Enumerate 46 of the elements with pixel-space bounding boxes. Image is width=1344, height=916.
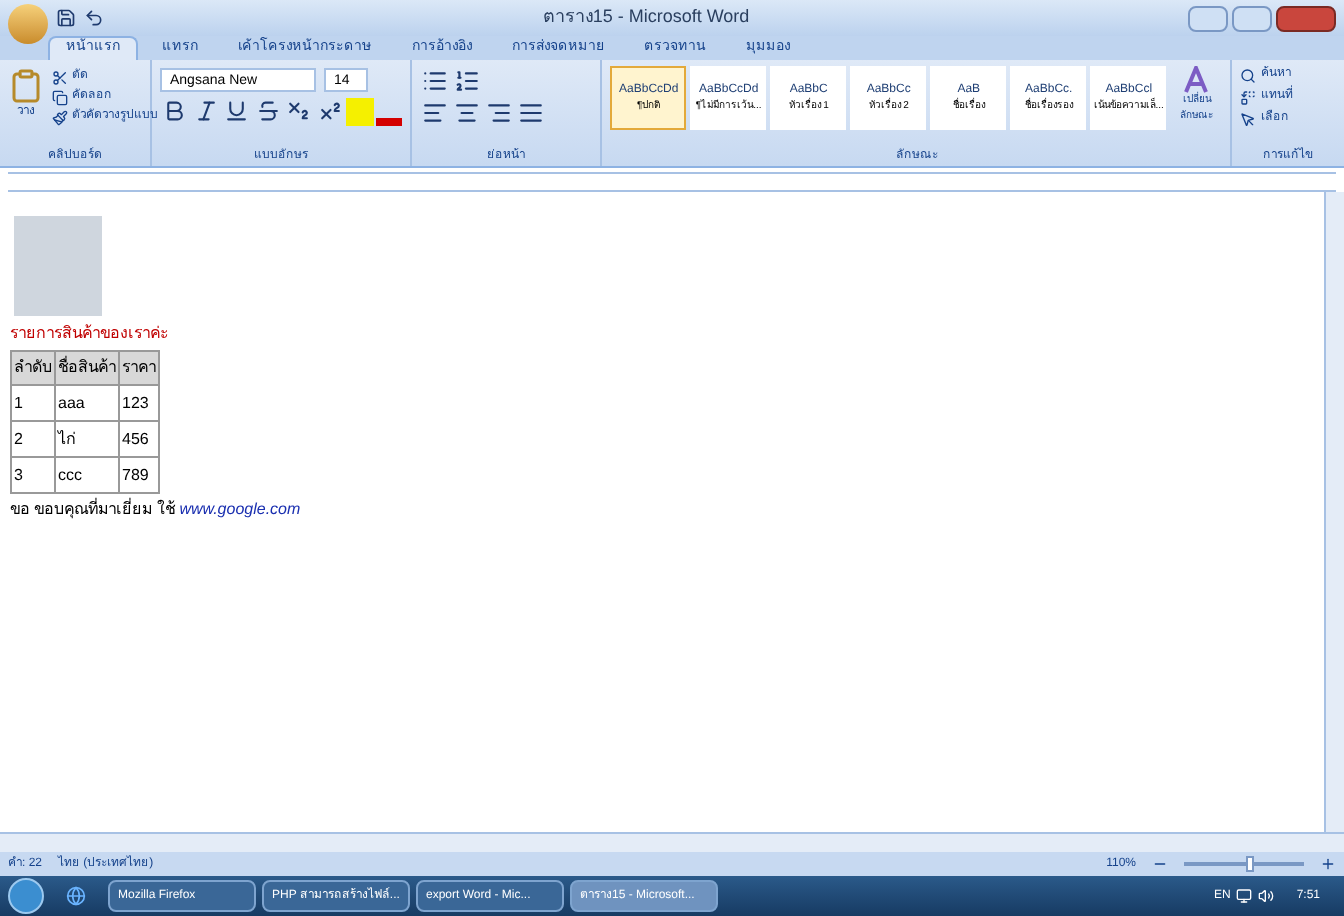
justify-button[interactable] [518,100,544,126]
table-cell: aaa [55,385,119,421]
photo-placeholder [14,216,102,316]
table-cell: 456 [119,421,159,457]
replace-icon[interactable] [1240,89,1257,105]
table-header-cell: ราคา [119,351,159,385]
table-cell: ไก่ [55,421,119,457]
close-button[interactable] [1276,5,1336,31]
bold-button[interactable] [162,98,188,124]
web-link[interactable]: www.google.com [179,500,301,518]
table-cell: 2 [11,421,55,457]
italic-button[interactable] [193,98,219,124]
document-text: ขอ ขอบคุณที่มาเยี่ยม ใช้ www.google.com [10,498,301,522]
table-cell: 1 [11,385,55,421]
undo-icon[interactable] [84,8,104,28]
table-header-cell: ลำดับ [11,351,55,385]
cut-icon[interactable] [52,69,68,85]
document-heading: รายการสินค้าของเราค่ะ [10,322,168,346]
underline-button[interactable] [224,98,250,124]
copy-icon[interactable] [52,89,68,105]
horizontal-scrollbar[interactable] [0,832,1344,852]
numbering-button[interactable] [454,68,480,94]
subscript-button[interactable] [286,98,312,124]
save-icon[interactable] [56,8,76,28]
table-header-cell: ชื่อสินค้า [55,351,119,385]
vertical-scrollbar[interactable] [1324,192,1344,832]
format-painter-icon[interactable] [52,109,68,125]
align-right-button[interactable] [486,100,512,126]
table-cell: 789 [119,457,159,493]
select-icon[interactable] [1240,111,1257,127]
start-button[interactable] [8,878,44,914]
strikethrough-button[interactable] [255,98,281,124]
window-title: ตาราง15 - Microsoft Word [540,4,752,31]
align-center-button[interactable] [454,100,480,126]
table-cell: 123 [119,385,159,421]
volume-icon[interactable] [1258,888,1275,904]
zoom-slider-thumb[interactable] [1246,856,1254,872]
zoom-in-icon[interactable] [1320,856,1336,872]
table-cell: ccc [55,457,119,493]
browser-icon[interactable] [66,886,86,906]
superscript-button[interactable] [317,98,343,124]
find-icon[interactable] [1240,67,1257,83]
bullets-button[interactable] [422,68,448,94]
styles-icon [1182,66,1211,94]
table-cell: 3 [11,457,55,493]
align-left-button[interactable] [422,100,448,126]
